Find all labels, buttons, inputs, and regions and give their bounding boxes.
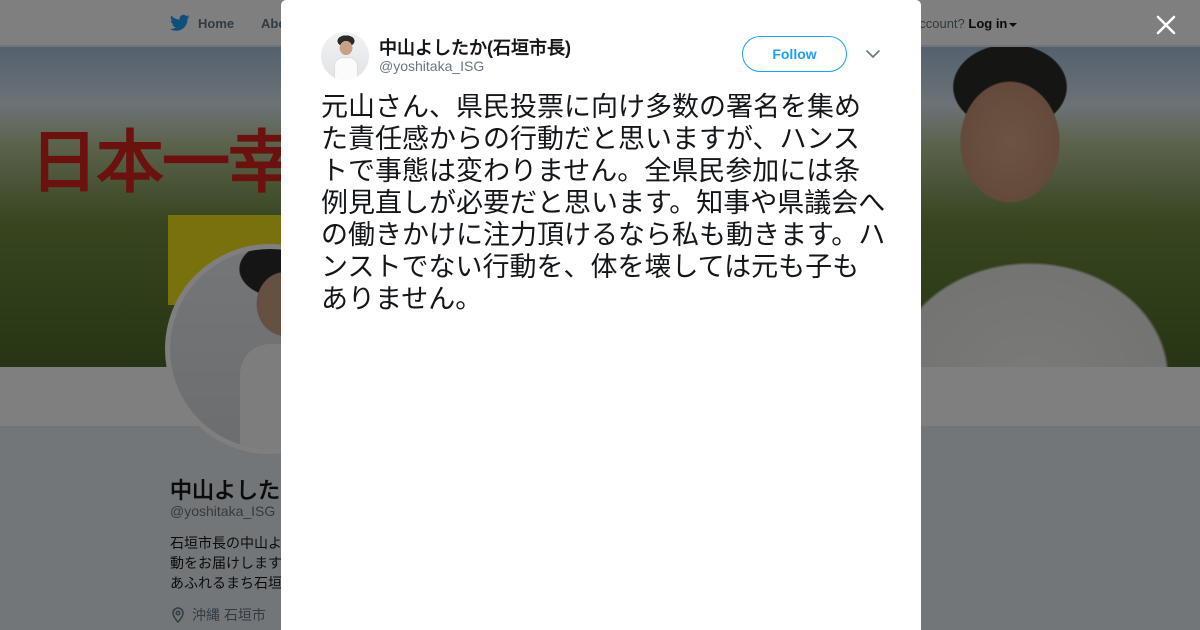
tweet-author-avatar[interactable]: [321, 32, 369, 80]
chevron-down-icon[interactable]: [865, 48, 881, 60]
tweet-author-name[interactable]: 中山よしたか(石垣市長): [379, 34, 571, 60]
tweet-author-handle[interactable]: @yoshitaka_ISG: [379, 58, 484, 74]
follow-button[interactable]: Follow: [742, 36, 847, 72]
tweet-text: 元山さん、県民投票に向け多数の署名を集めた責任感からの行動だと思いますが、ハンス…: [321, 92, 886, 315]
tweet-modal: 中山よしたか(石垣市長) @yoshitaka_ISG Follow 元山さん、…: [281, 0, 921, 630]
close-icon[interactable]: [1154, 13, 1178, 37]
